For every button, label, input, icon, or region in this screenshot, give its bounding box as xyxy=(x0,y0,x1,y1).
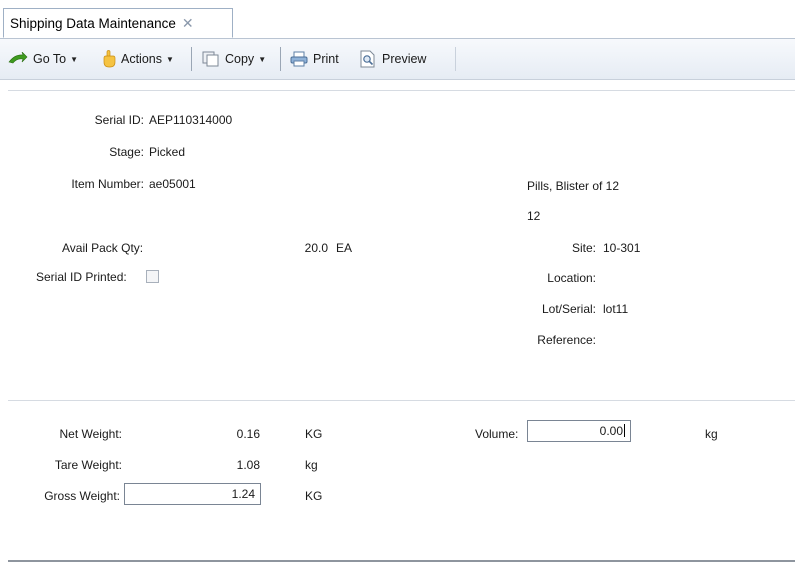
net-weight-uom: KG xyxy=(305,427,323,441)
item-number-value: ae05001 xyxy=(149,177,196,191)
toolbar-separator xyxy=(280,47,281,71)
stage-value: Picked xyxy=(149,145,186,159)
stage-label: Stage: xyxy=(109,145,144,159)
toolbar: Go To ▼ Actions ▼ Copy ▼ Print Preview xyxy=(0,39,795,80)
item-description-2: 12 xyxy=(527,209,541,223)
chevron-down-icon: ▼ xyxy=(70,54,79,64)
toolbar-separator xyxy=(191,47,192,71)
volume-value: 0.00 xyxy=(599,424,623,438)
toolbar-separator xyxy=(455,47,456,71)
gross-weight-label: Gross Weight: xyxy=(44,489,120,503)
chevron-down-icon: ▼ xyxy=(258,54,267,64)
section-divider xyxy=(8,400,795,401)
site-value: 10-301 xyxy=(603,241,641,255)
gross-weight-input[interactable]: 1.24 xyxy=(124,483,261,505)
copy-icon xyxy=(202,51,220,67)
tab-shipping-data-maintenance[interactable]: Shipping Data Maintenance ✕ xyxy=(3,8,233,38)
preview-icon xyxy=(359,50,377,68)
bottom-border xyxy=(8,560,795,562)
print-button[interactable]: Print xyxy=(290,39,339,79)
print-label: Print xyxy=(313,52,339,66)
goto-label: Go To xyxy=(33,52,67,66)
chevron-down-icon: ▼ xyxy=(166,54,174,64)
tare-weight-label: Tare Weight: xyxy=(54,458,122,472)
item-number-label: Item Number: xyxy=(71,177,144,191)
preview-label: Preview xyxy=(382,52,427,66)
serial-id-value: AEP110314000 xyxy=(149,113,233,127)
tare-weight-uom: kg xyxy=(305,458,318,472)
serial-id-printed-checkbox[interactable] xyxy=(146,270,159,283)
lot-serial-value: lot11 xyxy=(603,302,629,316)
site-label: Site: xyxy=(571,241,596,255)
location-label: Location: xyxy=(547,271,596,285)
actions-label: Actions xyxy=(121,52,162,66)
volume-input[interactable]: 0.00 xyxy=(527,420,631,442)
net-weight-value: 0.16 xyxy=(236,427,260,441)
close-icon[interactable]: ✕ xyxy=(182,16,194,30)
volume-label: Volume: xyxy=(475,427,519,441)
serial-id-label: Serial ID: xyxy=(94,113,144,127)
avail-pack-qty-label: Avail Pack Qty: xyxy=(62,241,144,255)
reference-label: Reference: xyxy=(537,333,596,347)
text-cursor xyxy=(624,424,625,437)
serial-id-printed-label: Serial ID Printed: xyxy=(36,270,127,284)
goto-button[interactable]: Go To ▼ xyxy=(8,39,78,79)
actions-hand-icon xyxy=(102,50,116,68)
tare-weight-value: 1.08 xyxy=(236,458,260,472)
tab-bar: Shipping Data Maintenance ✕ xyxy=(0,0,795,39)
gross-weight-uom: KG xyxy=(305,489,323,503)
avail-pack-qty-uom: EA xyxy=(336,241,353,255)
avail-pack-qty-value: 20.0 xyxy=(304,241,328,255)
copy-button[interactable]: Copy ▼ xyxy=(202,39,266,79)
printer-icon xyxy=(290,51,308,67)
tab-title: Shipping Data Maintenance xyxy=(10,15,176,31)
net-weight-label: Net Weight: xyxy=(59,427,122,441)
section-divider xyxy=(8,90,795,91)
volume-uom: kg xyxy=(705,427,718,441)
item-description: Pills, Blister of 12 xyxy=(527,179,620,193)
lot-serial-label: Lot/Serial: xyxy=(541,302,596,316)
copy-label: Copy xyxy=(225,52,255,66)
actions-button[interactable]: Actions ▼ xyxy=(102,39,174,79)
goto-arrow-icon xyxy=(8,52,28,66)
preview-button[interactable]: Preview xyxy=(359,39,426,79)
